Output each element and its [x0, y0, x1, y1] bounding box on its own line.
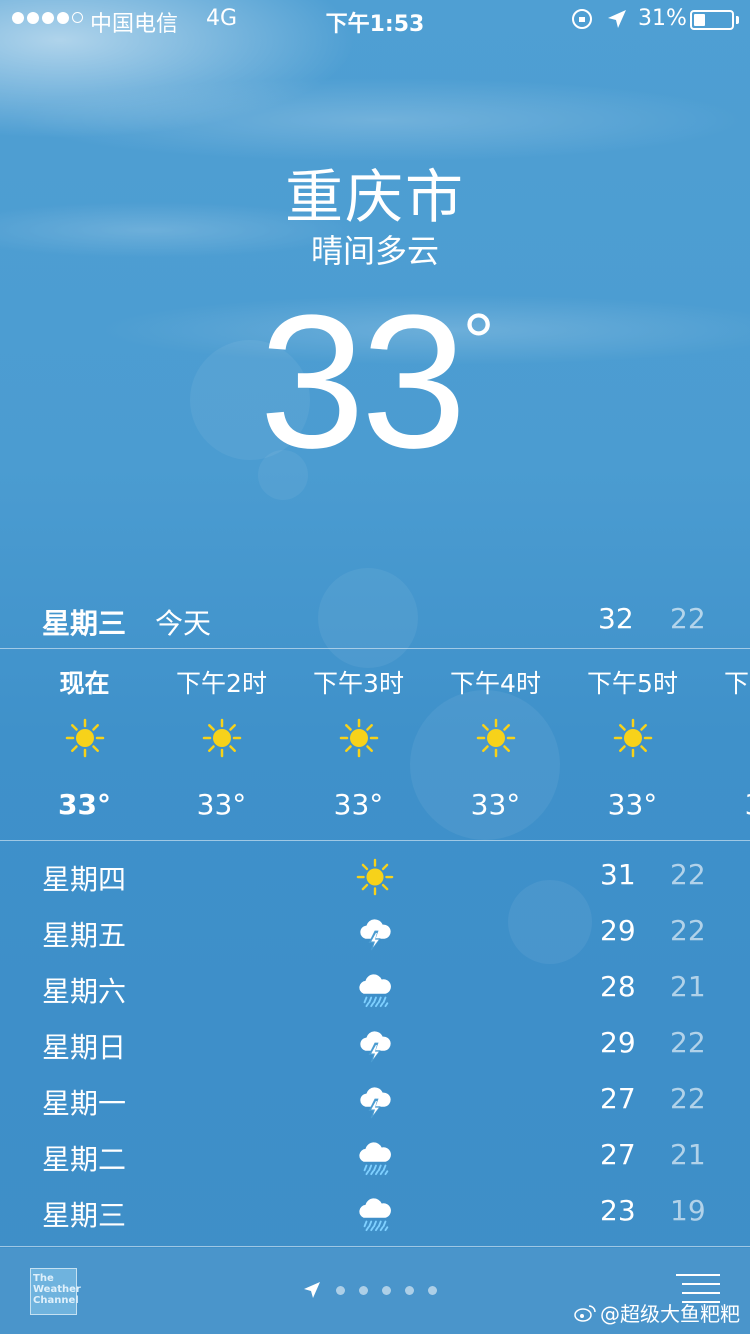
day-low: 22	[670, 914, 706, 947]
weather-channel-logo[interactable]: The Weather Channel	[30, 1268, 81, 1315]
hour-temperature: 33°	[333, 788, 384, 821]
logo-line: The	[33, 1273, 54, 1284]
hour-label: 下午4时	[450, 669, 541, 698]
today-label: 今天	[155, 607, 212, 640]
page-dot[interactable]	[382, 1285, 391, 1295]
page-dot[interactable]	[428, 1285, 437, 1295]
hour-label: 下午5时	[587, 669, 678, 698]
hour-temperature: 33°	[58, 788, 111, 821]
status-bar: 中国电信 4G 下午1:53 31%	[0, 0, 750, 40]
thunderstorm-icon	[356, 1082, 394, 1120]
day-low: 21	[670, 1138, 706, 1171]
footer-bar: The Weather Channel @超级大鱼粑粑	[0, 1248, 750, 1334]
divider	[0, 840, 750, 841]
day-high: 27	[600, 1138, 636, 1171]
page-dot[interactable]	[336, 1285, 345, 1295]
weather-condition: 晴间多云	[310, 232, 439, 270]
daily-row: 星期四 31 22	[0, 848, 750, 904]
rain-cloud-icon	[356, 1138, 394, 1176]
today-high: 32	[598, 602, 634, 635]
sun-icon	[202, 718, 242, 758]
daily-row: 星期一 27 22	[0, 1072, 750, 1128]
hour-label: 下午6时	[724, 669, 750, 698]
page-dot[interactable]	[359, 1285, 368, 1295]
battery-icon	[690, 10, 734, 30]
day-name: 星期四	[42, 863, 127, 896]
day-high: 28	[600, 970, 636, 1003]
city-name: 重庆市	[284, 163, 465, 231]
hour-temperature: 33°	[607, 788, 658, 821]
day-name: 星期二	[42, 1143, 127, 1176]
degree-symbol: °	[462, 297, 495, 386]
daily-row: 星期六 28 21	[0, 960, 750, 1016]
day-high: 29	[600, 1026, 636, 1059]
day-name: 星期三	[42, 1199, 127, 1232]
location-arrow-icon	[608, 10, 626, 28]
battery-cap	[736, 16, 739, 24]
page-indicator[interactable]	[302, 1280, 437, 1300]
divider	[0, 1246, 750, 1247]
watermark-text: @超级大鱼粑粑	[600, 1302, 740, 1326]
temperature-value: 33	[259, 276, 466, 488]
logo-line: Weather	[33, 1284, 81, 1295]
daily-row: 星期三 23 19	[0, 1184, 750, 1240]
day-name: 星期六	[42, 975, 127, 1008]
location-arrow-icon	[304, 1282, 320, 1298]
thunderstorm-icon	[356, 1026, 394, 1064]
day-high: 29	[600, 914, 636, 947]
hour-temperature: 33°	[701, 788, 750, 821]
rain-cloud-icon	[356, 970, 394, 1008]
sun-icon	[613, 718, 653, 758]
divider	[0, 648, 750, 649]
day-high: 23	[600, 1194, 636, 1227]
rain-cloud-icon	[356, 1194, 394, 1232]
today-low: 22	[670, 602, 706, 635]
weibo-icon	[574, 1304, 596, 1322]
sun-icon	[339, 718, 379, 758]
page-dot[interactable]	[405, 1285, 414, 1295]
day-name: 星期五	[42, 919, 127, 952]
day-name: 星期日	[42, 1031, 127, 1064]
day-low: 21	[670, 970, 706, 1003]
hour-temperature: 33°	[196, 788, 247, 821]
sun-icon	[356, 858, 394, 896]
current-temperature: 33°	[0, 282, 750, 482]
day-low: 22	[670, 1082, 706, 1115]
hour-label: 下午3时	[313, 669, 404, 698]
day-low: 22	[670, 858, 706, 891]
daily-row: 星期二 27 21	[0, 1128, 750, 1184]
today-row: 星期三 今天 32 22	[0, 600, 750, 644]
hour-label: 现在	[59, 669, 110, 698]
day-low: 19	[670, 1194, 706, 1227]
thunderstorm-icon	[356, 914, 394, 952]
watermark: @超级大鱼粑粑	[574, 1298, 740, 1327]
hour-temperature: 33°	[470, 788, 521, 821]
day-low: 22	[670, 1026, 706, 1059]
rotation-lock-icon	[572, 9, 592, 29]
daily-row: 星期五 29 22	[0, 904, 750, 960]
sun-icon	[476, 718, 516, 758]
daily-row: 星期日 29 22	[0, 1016, 750, 1072]
day-high: 27	[600, 1082, 636, 1115]
logo-line: Channel	[33, 1295, 79, 1306]
hourly-forecast[interactable]: 现在 33° 下午2时 33° 下午3时 33° 下午4时 33° 下午5时 3…	[0, 650, 750, 840]
day-name: 星期一	[42, 1087, 127, 1120]
sun-icon	[65, 718, 105, 758]
day-high: 31	[600, 858, 636, 891]
battery-percent: 31%	[638, 6, 687, 31]
today-day: 星期三	[42, 607, 127, 640]
hour-label: 下午2时	[176, 669, 267, 698]
